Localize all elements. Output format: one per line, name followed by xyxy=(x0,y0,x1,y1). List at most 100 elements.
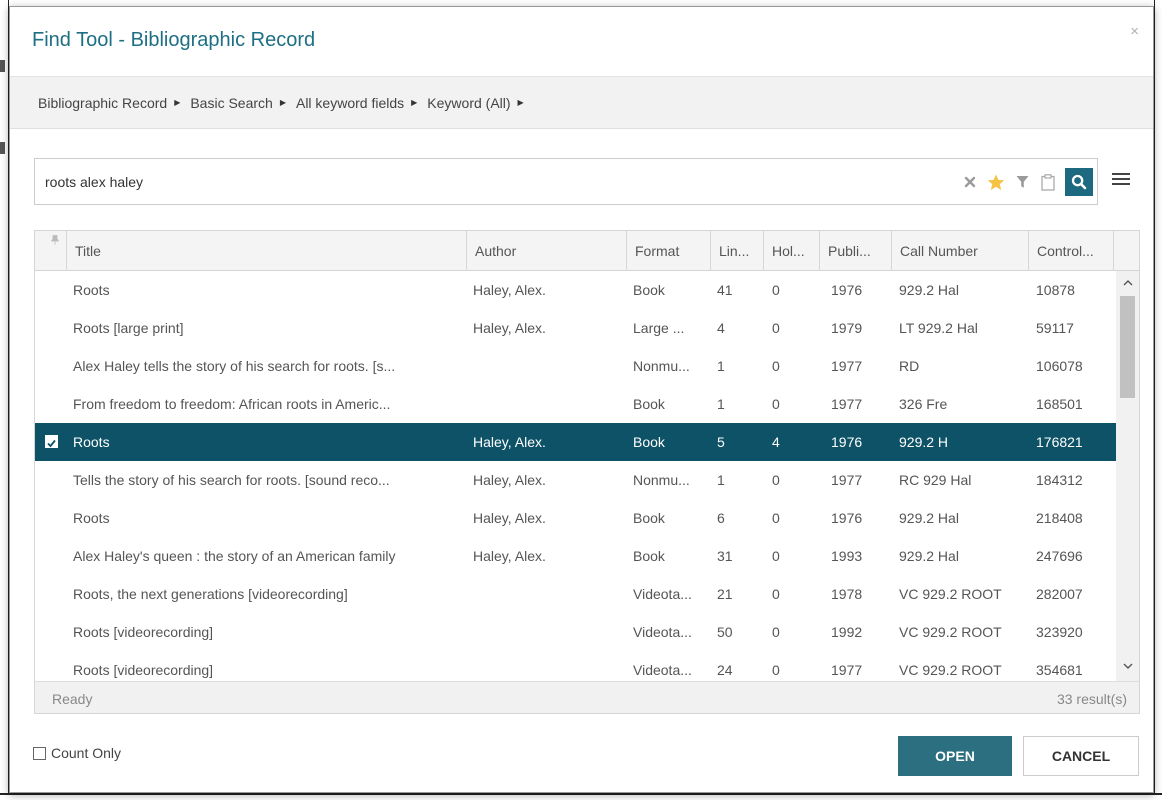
cell-format: Videota... xyxy=(633,662,692,678)
cell-call-number: VC 929.2 ROOT xyxy=(899,586,1002,602)
search-button[interactable] xyxy=(1065,168,1093,196)
clear-icon[interactable] xyxy=(961,172,979,192)
breadcrumb-item-search-type[interactable]: Basic Search ▶ xyxy=(190,95,286,111)
cell-publication: 1979 xyxy=(831,320,863,336)
cell-hol: 4 xyxy=(772,434,780,450)
cell-call-number: 929.2 Hal xyxy=(899,510,959,526)
table-row[interactable]: Roots Haley, Alex. Book 6 0 1976 929.2 Hal 2184… xyxy=(35,499,1116,537)
breadcrumb-label: Bibliographic Record xyxy=(38,94,168,111)
column-header-format[interactable]: Format xyxy=(627,231,711,271)
cell-publication: 1976 xyxy=(831,434,863,450)
cell-title: Roots [large print] xyxy=(73,320,184,336)
table-row[interactable]: Roots [large print] Haley, Alex. Large ...… xyxy=(35,309,1116,347)
cell-hol: 0 xyxy=(772,358,780,374)
cell-author: Haley, Alex. xyxy=(473,282,546,298)
table-row[interactable]: Alex Haley tells the story of his search… xyxy=(35,347,1116,385)
cell-publication: 1977 xyxy=(831,472,863,488)
star-icon[interactable] xyxy=(987,172,1005,192)
column-header-hol[interactable]: Hol... xyxy=(764,231,820,271)
cell-title: Alex Haley tells the story of his search… xyxy=(73,358,396,374)
cell-publication: 1976 xyxy=(831,282,863,298)
pin-column-header[interactable] xyxy=(35,231,67,271)
filter-icon[interactable] xyxy=(1013,172,1031,192)
vertical-scrollbar[interactable] xyxy=(1116,271,1139,681)
cell-hol: 0 xyxy=(772,472,780,488)
table-row[interactable]: From freedom to freedom: African roots i… xyxy=(35,385,1116,423)
cell-format: Large ... xyxy=(633,320,685,336)
cell-format: Videota... xyxy=(633,624,692,640)
chevron-up-icon[interactable] xyxy=(1123,279,1133,286)
checkbox-box[interactable] xyxy=(33,746,46,760)
cell-control: 354681 xyxy=(1036,662,1083,678)
column-header-author[interactable]: Author xyxy=(467,231,627,271)
chevron-down-icon[interactable] xyxy=(1123,663,1133,670)
table-row-selected[interactable]: Roots Haley, Alex. Book 5 4 1976 929.2 H 176821 xyxy=(35,423,1116,461)
breadcrumb-item-field-group[interactable]: All keyword fields ▶ xyxy=(296,95,417,111)
background-left-edge xyxy=(0,0,9,800)
cell-lin: 50 xyxy=(717,624,733,640)
cell-author: Haley, Alex. xyxy=(473,510,546,526)
cell-lin: 1 xyxy=(717,472,725,488)
cell-control: 168501 xyxy=(1036,396,1083,412)
cell-call-number: 929.2 Hal xyxy=(899,548,959,564)
cell-lin: 1 xyxy=(717,396,725,412)
scrollbar-thumb[interactable] xyxy=(1120,296,1135,398)
cell-call-number: 326 Fre xyxy=(899,396,948,412)
cell-call-number: LT 929.2 Hal xyxy=(899,320,978,336)
search-box xyxy=(34,158,1098,205)
cell-lin: 21 xyxy=(717,586,733,602)
cell-title: Roots [videorecording] xyxy=(73,662,214,678)
cell-call-number: RD xyxy=(899,358,920,374)
background-right-edge xyxy=(1154,0,1162,800)
cancel-button[interactable]: CANCEL xyxy=(1023,736,1139,776)
table-row[interactable]: Roots [videorecording] Videota... 50 0 1992 V… xyxy=(35,613,1116,651)
hamburger-menu-icon[interactable] xyxy=(1111,170,1131,190)
cell-title: Roots xyxy=(73,282,110,298)
close-button[interactable]: × xyxy=(1130,23,1139,40)
dialog-title-bar: Find Tool - Bibliographic Record × xyxy=(10,7,1153,77)
cell-format: Book xyxy=(633,282,665,298)
open-button[interactable]: OPEN xyxy=(898,736,1012,776)
column-header-publication[interactable]: Publi... xyxy=(820,231,892,271)
cell-publication: 1977 xyxy=(831,396,863,412)
cell-control: 184312 xyxy=(1036,472,1083,488)
search-input[interactable] xyxy=(45,171,925,193)
table-row[interactable]: Roots Haley, Alex. Book 41 0 1976 929.2 Hal 108… xyxy=(35,271,1116,309)
cell-control: 106078 xyxy=(1036,358,1083,374)
search-tools xyxy=(961,168,1093,196)
breadcrumb-item-record-type[interactable]: Bibliographic Record ▶ xyxy=(38,95,180,111)
breadcrumb-label: All keyword fields xyxy=(295,94,405,111)
count-only-checkbox[interactable]: Count Only xyxy=(33,745,121,761)
grid-header: Title Author Format Lin... Hol... Publi.… xyxy=(35,231,1139,271)
cell-author: Haley, Alex. xyxy=(473,548,546,564)
cell-lin: 5 xyxy=(717,434,725,450)
table-row[interactable]: Roots, the next generations [videorecord… xyxy=(35,575,1116,613)
clipboard-icon[interactable] xyxy=(1039,172,1057,192)
cell-hol: 0 xyxy=(772,662,780,678)
breadcrumb-item-field[interactable]: Keyword (All) ▶ xyxy=(427,95,523,111)
cell-title: Tells the story of his search for roots.… xyxy=(73,472,390,488)
cell-hol: 0 xyxy=(772,586,780,602)
column-header-lin[interactable]: Lin... xyxy=(711,231,764,271)
cell-publication: 1993 xyxy=(831,548,863,564)
cell-author: Haley, Alex. xyxy=(473,472,546,488)
cell-publication: 1977 xyxy=(831,358,863,374)
grid-status-bar: Ready 33 result(s) xyxy=(35,681,1139,713)
cell-call-number: 929.2 H xyxy=(899,434,949,450)
table-row[interactable]: Alex Haley's queen : the story of an Ame… xyxy=(35,537,1116,575)
cell-call-number: VC 929.2 ROOT xyxy=(899,662,1002,678)
column-header-call-number[interactable]: Call Number xyxy=(892,231,1029,271)
column-header-control[interactable]: Control... xyxy=(1029,231,1114,271)
caret-right-icon: ▶ xyxy=(517,98,524,107)
cell-format: Book xyxy=(633,434,665,450)
cell-control: 282007 xyxy=(1036,586,1083,602)
cell-control: 218408 xyxy=(1036,510,1083,526)
cell-publication: 1976 xyxy=(831,510,863,526)
row-checkbox-checked-icon[interactable] xyxy=(45,435,58,448)
column-header-title[interactable]: Title xyxy=(67,231,467,271)
caret-right-icon: ▶ xyxy=(174,98,181,107)
table-row[interactable]: Tells the story of his search for roots.… xyxy=(35,461,1116,499)
cell-control: 10878 xyxy=(1036,282,1075,298)
cell-author: Haley, Alex. xyxy=(473,320,546,336)
cell-title: Roots, the next generations [videorecord… xyxy=(73,586,348,602)
